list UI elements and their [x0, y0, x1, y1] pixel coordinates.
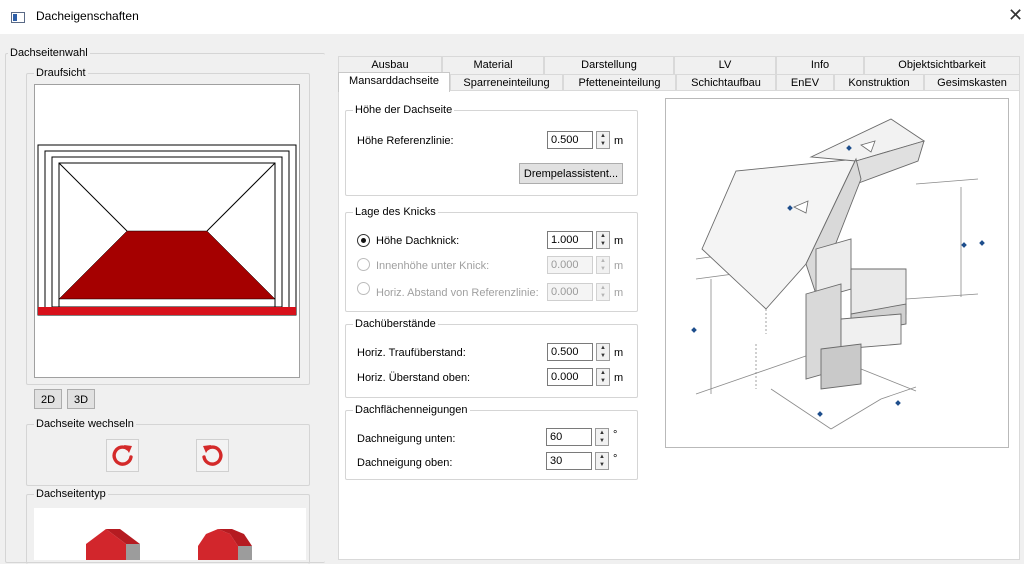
neigung-oben-value: 30 — [550, 455, 563, 467]
hoehe-referenzlinie-input[interactable]: 0.500 — [547, 131, 593, 149]
close-icon[interactable]: ✕ — [1008, 6, 1023, 24]
spin-up-icon[interactable]: ▲ — [597, 257, 609, 265]
drempelassistent-button[interactable]: Drempelassistent... — [519, 163, 623, 184]
hoehe-referenzlinie-value: 0.500 — [551, 134, 579, 146]
dachseite-wechseln-label: Dachseite wechseln — [34, 417, 136, 431]
spin-up-icon[interactable]: ▲ — [597, 132, 609, 140]
hoehe-dachseite-label: Höhe der Dachseite — [353, 103, 455, 117]
ueberstand-oben-value: 0.000 — [551, 371, 579, 383]
spin-up-icon[interactable]: ▲ — [596, 429, 608, 437]
innenhoehe-knick-input[interactable]: 0.000 — [547, 256, 593, 274]
spin-up-icon[interactable]: ▲ — [597, 284, 609, 292]
tab-info[interactable]: Info — [776, 56, 864, 74]
neigung-unten-spinner[interactable]: ▲ ▼ — [595, 428, 609, 446]
tab-lv[interactable]: LV — [674, 56, 776, 74]
tab-objektsichtbarkeit[interactable]: Objektsichtbarkeit — [864, 56, 1020, 74]
spin-down-icon[interactable]: ▼ — [597, 352, 609, 360]
radio-hoehe-dachknick[interactable] — [357, 234, 370, 247]
innenhoehe-knick-value: 0.000 — [551, 259, 579, 271]
rotate-counterclockwise-icon — [202, 445, 223, 466]
dachueberstaende-label: Dachüberstände — [353, 317, 438, 331]
horiz-abstand-input[interactable]: 0.000 — [547, 283, 593, 301]
spin-up-icon[interactable]: ▲ — [597, 232, 609, 240]
mansard-roof-illustration — [691, 118, 985, 430]
roof-type-icon-1[interactable] — [80, 526, 146, 560]
hoehe-referenzlinie-spinner[interactable]: ▲ ▼ — [596, 131, 610, 149]
draufsicht-label: Draufsicht — [34, 66, 88, 80]
neigung-oben-unit: ° — [613, 453, 618, 465]
mansard-roof-preview — [665, 98, 1009, 448]
spin-down-icon[interactable]: ▼ — [597, 265, 609, 273]
ueberstand-oben-input[interactable]: 0.000 — [547, 368, 593, 386]
rotate-counterclockwise-button[interactable] — [196, 439, 229, 472]
roof-plan-drawing — [37, 144, 297, 316]
spin-up-icon[interactable]: ▲ — [596, 453, 608, 461]
dachseitentyp-label: Dachseitentyp — [34, 487, 108, 501]
neigung-oben-input[interactable]: 30 — [546, 452, 592, 470]
radio-innenhoehe-knick[interactable] — [357, 258, 370, 271]
neigung-unten-value: 60 — [550, 431, 563, 443]
traufueberstand-value: 0.500 — [551, 346, 579, 358]
window-app-icon — [11, 12, 25, 23]
rotate-clockwise-button[interactable] — [106, 439, 139, 472]
spin-down-icon[interactable]: ▼ — [597, 377, 609, 385]
neigung-unten-label: Dachneigung unten: — [357, 433, 456, 445]
view-2d-button[interactable]: 2D — [34, 389, 62, 409]
rotate-clockwise-icon — [112, 445, 133, 466]
hoehe-dachknick-input[interactable]: 1.000 — [547, 231, 593, 249]
tab-mansarddachseite[interactable]: Mansarddachseite — [338, 72, 450, 92]
dachflaechenneigungen-label: Dachflächenneigungen — [353, 403, 470, 417]
tab-darstellung[interactable]: Darstellung — [544, 56, 674, 74]
window-title: Dacheigenschaften — [36, 9, 139, 23]
roof-type-icon-2[interactable] — [192, 526, 258, 560]
innenhoehe-knick-unit: m — [614, 260, 624, 272]
spin-down-icon[interactable]: ▼ — [596, 461, 608, 469]
title-bar: Dacheigenschaften ✕ — [0, 0, 1024, 34]
tab-material[interactable]: Material — [442, 56, 544, 74]
radio-horiz-abstand[interactable] — [357, 282, 370, 295]
traufueberstand-label: Horiz. Traufüberstand: — [357, 347, 466, 359]
neigung-oben-label: Dachneigung oben: — [357, 457, 453, 469]
horiz-abstand-value: 0.000 — [551, 286, 579, 298]
horiz-abstand-spinner[interactable]: ▲ ▼ — [596, 283, 610, 301]
ueberstand-oben-label: Horiz. Überstand oben: — [357, 372, 471, 384]
horiz-abstand-label: Horiz. Abstand von Referenzlinie: — [376, 287, 539, 299]
neigung-unten-unit: ° — [613, 429, 618, 441]
innenhoehe-knick-spinner[interactable]: ▲ ▼ — [596, 256, 610, 274]
dachseitentyp-area — [34, 508, 306, 560]
innenhoehe-knick-label: Innenhöhe unter Knick: — [376, 260, 490, 272]
spin-down-icon[interactable]: ▼ — [597, 292, 609, 300]
neigung-unten-input[interactable]: 60 — [546, 428, 592, 446]
draufsicht-view[interactable] — [34, 84, 300, 378]
traufueberstand-spinner[interactable]: ▲ ▼ — [596, 343, 610, 361]
dachseite-wechseln-group: Dachseite wechseln — [26, 417, 310, 486]
spin-up-icon[interactable]: ▲ — [597, 369, 609, 377]
lage-knick-label: Lage des Knicks — [353, 205, 438, 219]
dachueberstaende-group: Dachüberstände — [345, 317, 638, 398]
hoehe-dachknick-spinner[interactable]: ▲ ▼ — [596, 231, 610, 249]
ueberstand-oben-spinner[interactable]: ▲ ▼ — [596, 368, 610, 386]
dachseitenwahl-label: Dachseitenwahl — [8, 46, 90, 60]
spin-down-icon[interactable]: ▼ — [596, 437, 608, 445]
traufueberstand-input[interactable]: 0.500 — [547, 343, 593, 361]
hoehe-dachknick-value: 1.000 — [551, 234, 579, 246]
neigung-oben-spinner[interactable]: ▲ ▼ — [595, 452, 609, 470]
horiz-abstand-unit: m — [614, 287, 624, 299]
spin-up-icon[interactable]: ▲ — [597, 344, 609, 352]
hoehe-referenzlinie-unit: m — [614, 135, 624, 147]
view-3d-button[interactable]: 3D — [67, 389, 95, 409]
spin-down-icon[interactable]: ▼ — [597, 140, 609, 148]
ueberstand-oben-unit: m — [614, 372, 624, 384]
hoehe-dachknick-unit: m — [614, 235, 624, 247]
hoehe-referenzlinie-label: Höhe Referenzlinie: — [357, 135, 454, 147]
hoehe-dachknick-label: Höhe Dachknick: — [376, 235, 460, 247]
spin-down-icon[interactable]: ▼ — [597, 240, 609, 248]
traufueberstand-unit: m — [614, 347, 624, 359]
